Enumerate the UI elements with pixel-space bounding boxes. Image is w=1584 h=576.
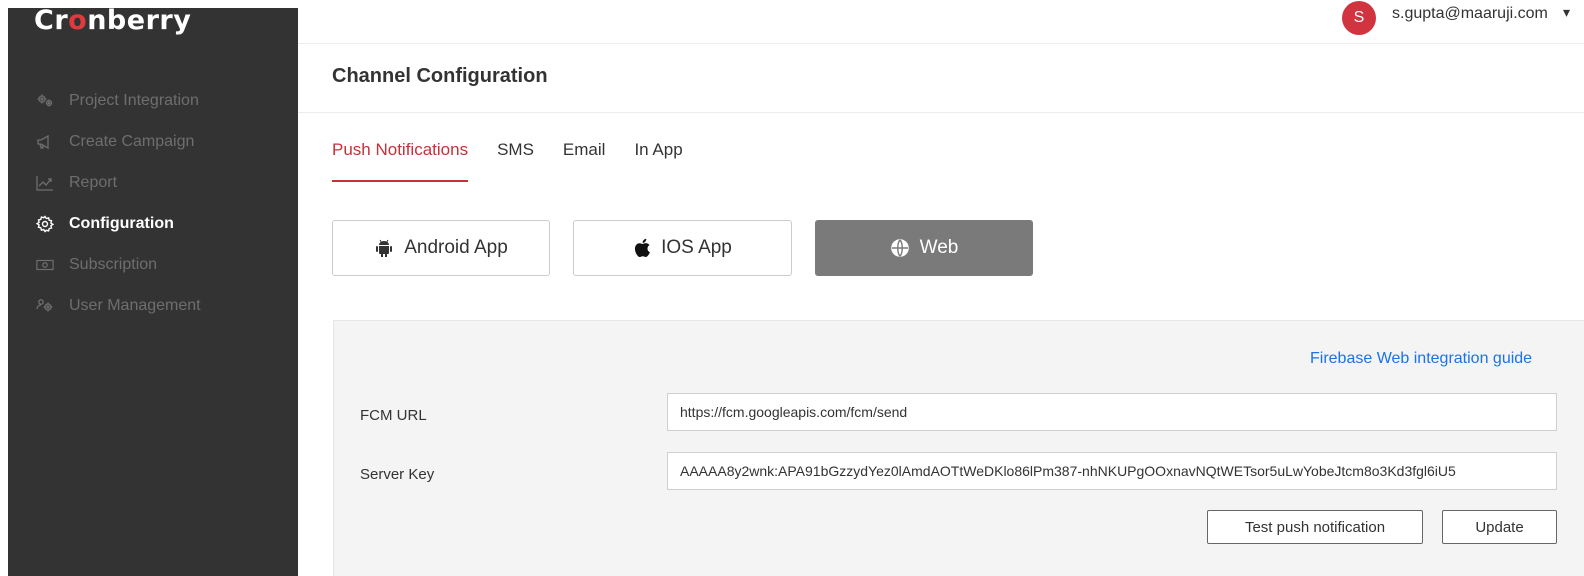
ios-app-button[interactable]: IOS App [573,220,792,276]
sidebar-item-configuration[interactable]: Configuration [8,203,298,244]
sidebar-item-label: Configuration [69,214,174,232]
logo-accent: o [68,5,88,36]
integration-icon [34,92,56,110]
page-title-bar: Channel Configuration [298,45,1584,113]
sidebar-item-label: Report [69,173,118,191]
tab-email[interactable]: Email [563,140,606,182]
user-email[interactable]: s.gupta@maaruji.com [1392,5,1548,23]
sidebar: Cronberry Project Integration Create Cam… [8,6,298,576]
sidebar-item-create-campaign[interactable]: Create Campaign [8,121,298,162]
sidebar-item-report[interactable]: Report [8,162,298,203]
megaphone-icon [34,133,56,151]
gear-icon [34,214,56,233]
sidebar-item-label: User Management [69,296,201,314]
sidebar-item-subscription[interactable]: Subscription [8,244,298,285]
sidebar-item-label: Project Integration [69,91,199,109]
chevron-down-icon[interactable]: ▾ [1563,4,1570,21]
tab-in-app[interactable]: In App [634,140,682,182]
chart-line-icon [34,174,56,192]
tab-sms[interactable]: SMS [497,140,534,182]
apple-icon [633,238,651,258]
android-app-button[interactable]: Android App [332,220,550,276]
channel-tabs: Push Notifications SMS Email In App [332,140,712,182]
ios-app-label: IOS App [661,237,732,258]
fcm-url-input[interactable]: https://fcm.googleapis.com/fcm/send [667,393,1557,431]
web-label: Web [919,237,959,258]
firebase-guide-link[interactable]: Firebase Web integration guide [1310,350,1532,368]
sidebar-item-project-integration[interactable]: Project Integration [8,80,298,121]
android-app-label: Android App [404,237,508,258]
avatar[interactable]: S [1342,1,1376,35]
server-key-input[interactable]: AAAAA8y2wnk:APA91bGzzydYez0lAmdAOTtWeDKl… [667,452,1557,490]
users-icon [34,297,56,315]
sidebar-item-label: Subscription [69,255,158,273]
sidebar-nav: Project Integration Create Campaign Repo… [8,80,298,326]
web-button[interactable]: Web [815,220,1033,276]
fcm-url-label: FCM URL [360,407,427,424]
logo-suffix: nberry [87,5,192,36]
globe-icon [890,238,910,258]
brand-logo[interactable]: Cronberry [34,6,191,36]
money-icon [34,256,56,274]
update-button[interactable]: Update [1442,510,1557,544]
sidebar-item-label: Create Campaign [69,132,195,150]
android-icon [374,238,394,258]
test-push-notification-button[interactable]: Test push notification [1207,510,1423,544]
logo-prefix: Cr [34,5,69,36]
sidebar-item-user-management[interactable]: User Management [8,285,298,326]
page-title: Channel Configuration [332,65,548,87]
tab-push-notifications[interactable]: Push Notifications [332,140,469,182]
server-key-label: Server Key [360,466,435,483]
